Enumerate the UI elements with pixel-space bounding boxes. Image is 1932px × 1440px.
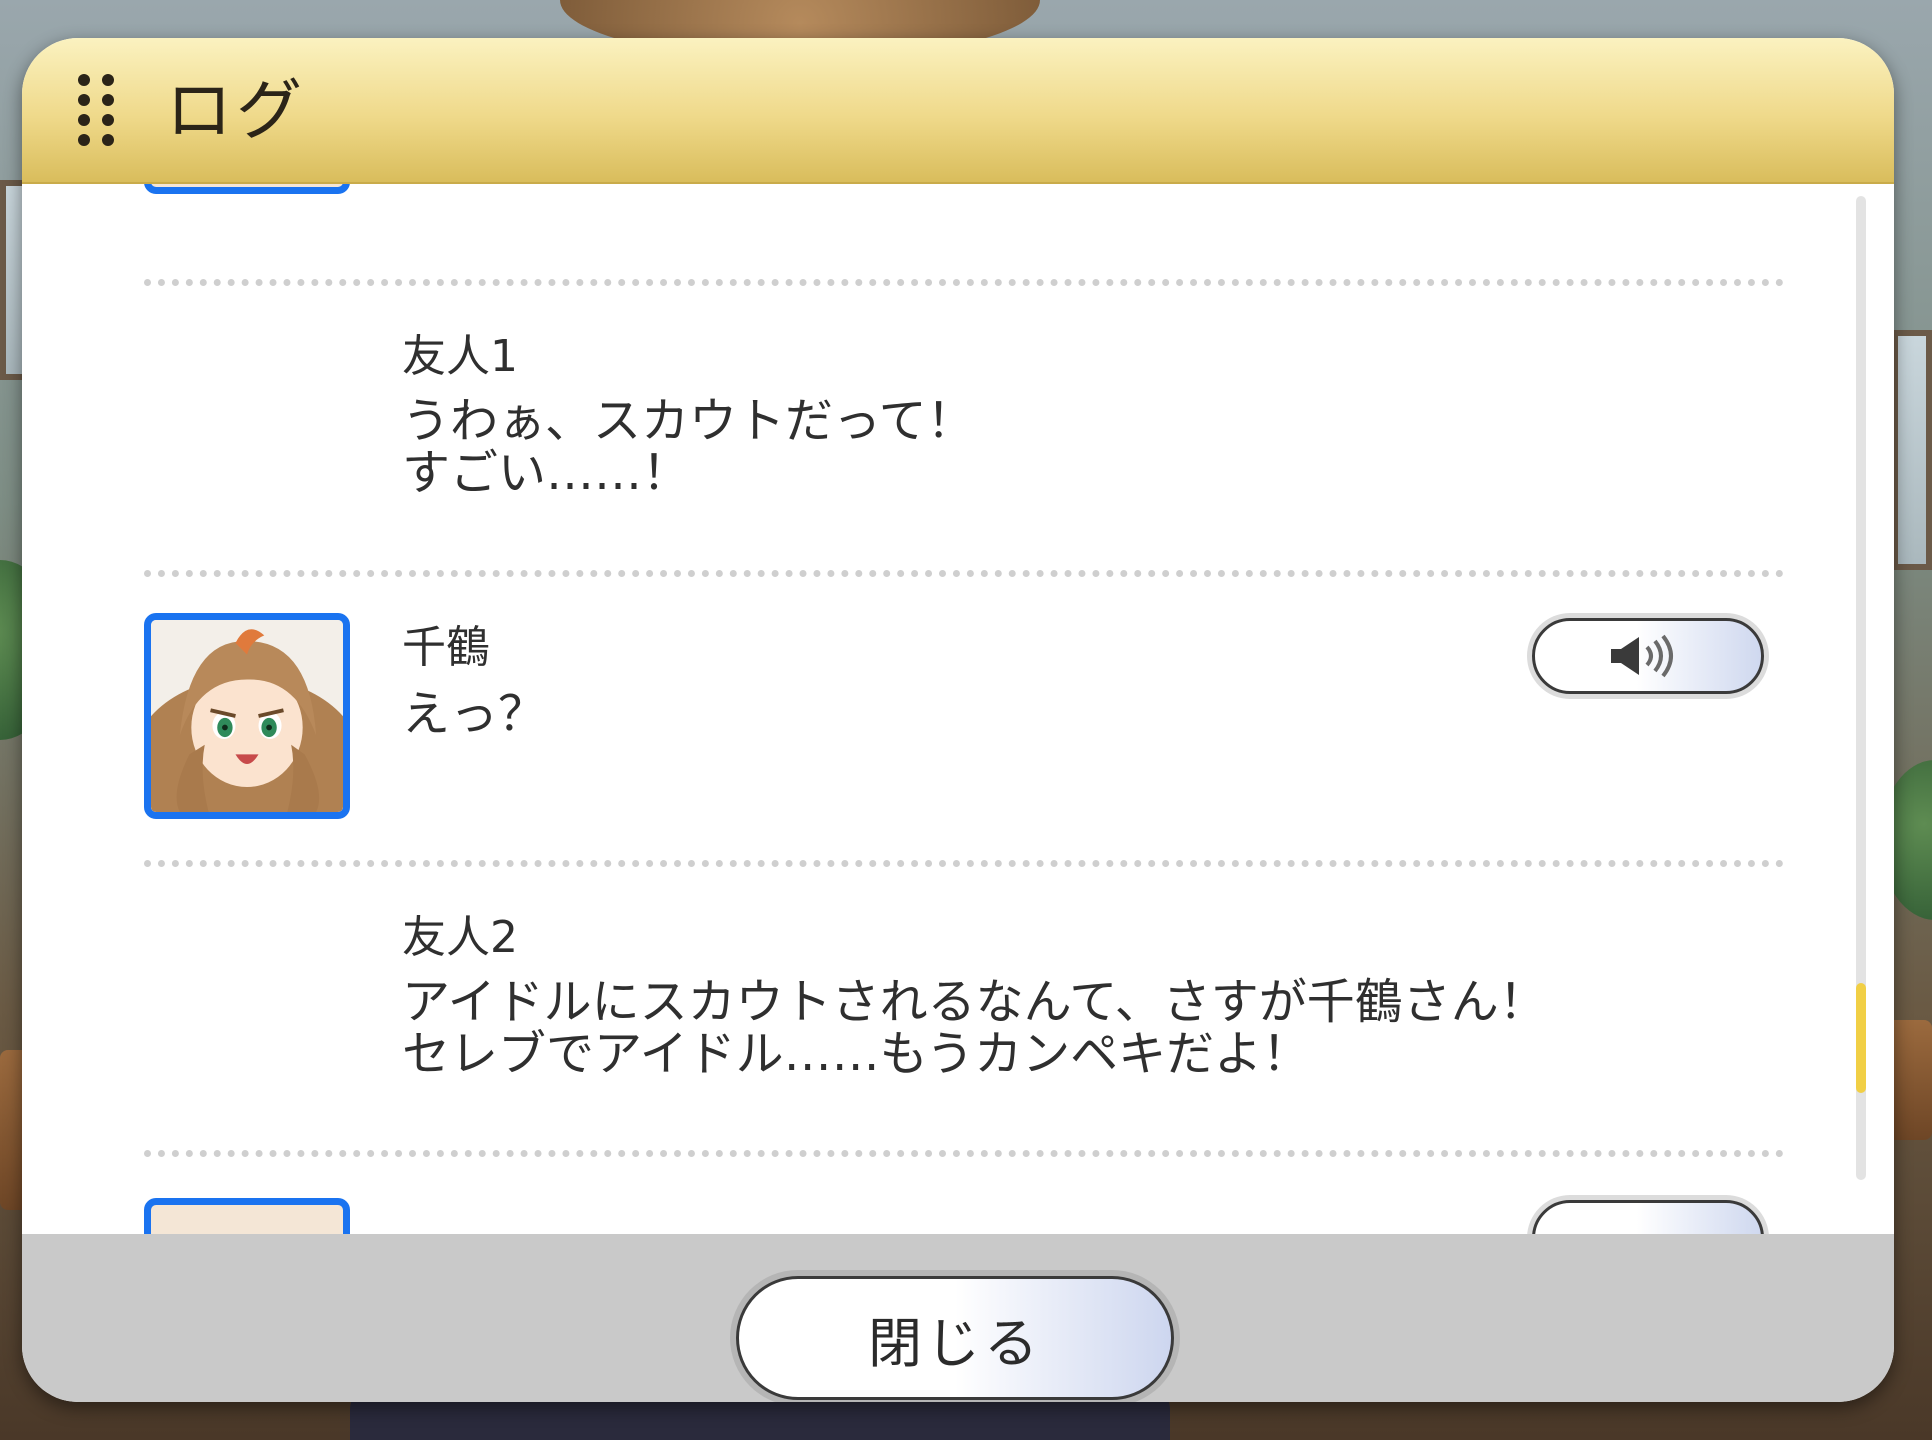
character-avatar[interactable] bbox=[144, 613, 350, 819]
dialogue-text: うわぁ、スカウトだって！ すごい……！ bbox=[402, 393, 975, 501]
voice-replay-button[interactable] bbox=[1532, 618, 1764, 694]
log-divider bbox=[144, 1150, 1784, 1157]
speaker-icon bbox=[1611, 634, 1673, 678]
speaker-name: 友人1 bbox=[402, 331, 518, 382]
chizuru-portrait-icon bbox=[151, 620, 343, 812]
log-entry: 友人2 アイドルにスカウトされるなんて、さすが千鶴さん！ セレブでアイドル……も… bbox=[22, 860, 1894, 1150]
speaker-name: 千鶴 bbox=[402, 622, 490, 673]
dialog-footer: 閉じる bbox=[22, 1234, 1894, 1402]
dialog-header: ログ bbox=[22, 38, 1894, 184]
log-entry: 友人1 うわぁ、スカウトだって！ すごい……！ bbox=[22, 279, 1894, 569]
speaker-name: 友人2 bbox=[402, 912, 518, 963]
dialogue-text: アイドルにスカウトされるなんて、さすが千鶴さん！ セレブでアイドル……もうカンペ… bbox=[402, 974, 1547, 1082]
grip-icon[interactable] bbox=[78, 74, 118, 150]
voice-replay-button-partial[interactable] bbox=[1532, 1200, 1764, 1234]
log-scroll-area[interactable]: 友人1 うわぁ、スカウトだって！ すごい……！ 千鶴 えっ？ 友人2 アイドルに… bbox=[22, 184, 1894, 1234]
close-button[interactable]: 閉じる bbox=[736, 1276, 1174, 1400]
avatar-partial-bottom bbox=[144, 1198, 350, 1234]
avatar-partial-top bbox=[144, 184, 350, 194]
dialogue-text: えっ？ bbox=[402, 686, 547, 742]
scrollbar-track[interactable] bbox=[1856, 196, 1866, 1180]
scrollbar-thumb[interactable] bbox=[1856, 983, 1866, 1093]
dialog-title: ログ bbox=[166, 72, 306, 149]
log-entry: 千鶴 えっ？ bbox=[22, 570, 1894, 860]
background-window bbox=[1892, 330, 1932, 570]
log-dialog: ログ 友人1 うわぁ、スカウトだって！ すごい……！ 千鶴 えっ？ 友人2 アイ… bbox=[22, 38, 1894, 1402]
